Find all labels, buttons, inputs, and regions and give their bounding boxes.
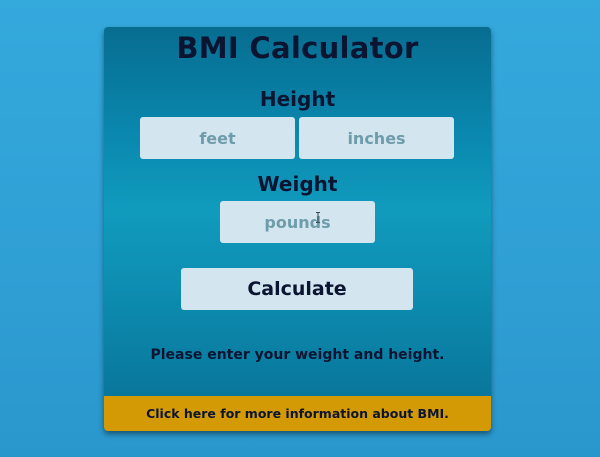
calculate-button[interactable]: Calculate xyxy=(181,268,413,310)
bmi-calculator-card: BMI Calculator Height Weight Calculate P… xyxy=(104,27,491,431)
status-message: Please enter your weight and height. xyxy=(150,347,445,363)
inches-input[interactable] xyxy=(299,117,454,159)
height-label: Height xyxy=(259,87,336,111)
feet-input[interactable] xyxy=(140,117,295,159)
weight-label: Weight xyxy=(257,172,338,196)
text-cursor-icon xyxy=(316,212,320,223)
page-title: BMI Calculator xyxy=(176,31,419,65)
pounds-input[interactable] xyxy=(220,201,375,243)
more-info-link[interactable]: Click here for more information about BM… xyxy=(104,396,491,431)
